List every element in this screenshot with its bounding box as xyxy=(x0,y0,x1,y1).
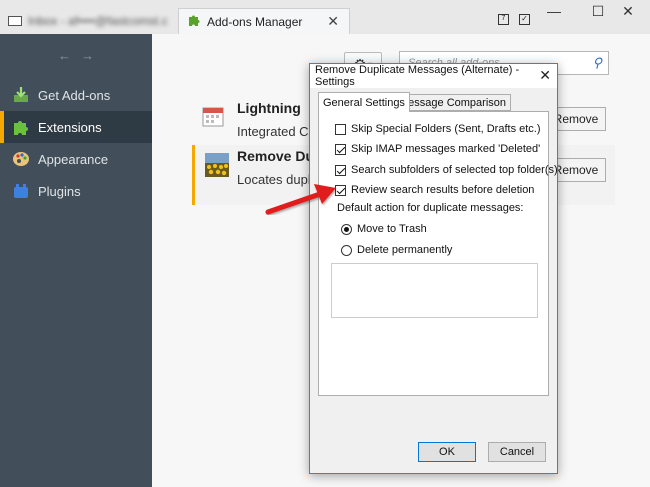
checkbox-box xyxy=(335,123,346,135)
puzzle-icon xyxy=(12,118,30,136)
addon-name: Lightning xyxy=(237,100,301,116)
annotation-arrow-icon xyxy=(265,184,336,215)
tab-message-comparison[interactable]: Message Comparison xyxy=(394,94,511,111)
search-icon[interactable]: ⚲ xyxy=(592,55,602,71)
ok-button[interactable]: OK xyxy=(418,442,476,462)
tasks-icon[interactable]: ✓ xyxy=(519,14,530,25)
dialog-titlebar[interactable]: Remove Duplicate Messages (Alternate) - … xyxy=(310,64,557,88)
skip-special-folders-checkbox[interactable]: Skip Special Folders (Sent, Drafts etc.) xyxy=(335,123,541,135)
sidebar: ←→ Get Add-ons Extensions Appearance Plu… xyxy=(0,34,152,487)
skip-imap-deleted-checkbox[interactable]: Skip IMAP messages marked 'Deleted' xyxy=(335,143,540,155)
sidebar-item-label: Extensions xyxy=(38,119,102,135)
radio-label: Move to Trash xyxy=(357,223,427,235)
addon-description: Integrated Cal xyxy=(237,124,319,139)
checkbox-box xyxy=(335,164,346,176)
default-action-group xyxy=(331,263,538,318)
radio-label: Delete permanently xyxy=(357,244,453,256)
tab-addons-manager[interactable]: Add-ons Manager ✕ xyxy=(178,8,350,34)
review-results-checkbox[interactable]: Review search results before deletion xyxy=(335,184,534,196)
back-arrow-icon[interactable]: ← xyxy=(58,48,81,63)
radio-dot xyxy=(341,223,352,235)
toolbar-icons: 7 ✓ xyxy=(498,14,530,25)
sidebar-item-extensions[interactable]: Extensions xyxy=(0,111,152,143)
puzzle-icon xyxy=(187,13,201,30)
window-close-button[interactable]: ✕ xyxy=(606,0,650,22)
radio-dot xyxy=(341,244,352,256)
dialog-close-icon[interactable]: ✕ xyxy=(539,67,551,84)
option-label: Skip Special Folders (Sent, Drafts etc.) xyxy=(351,123,541,135)
option-label: Review search results before deletion xyxy=(351,184,535,196)
tab-general-settings[interactable]: General Settings xyxy=(318,92,410,112)
nav-arrows: ←→ xyxy=(58,48,104,63)
tab-bar: Inbox - af••••@fastcomst.co••• Add-ons M… xyxy=(0,0,650,34)
checkbox-box xyxy=(335,143,346,155)
get-addons-icon xyxy=(12,86,30,104)
move-to-trash-radio[interactable]: Move to Trash xyxy=(341,223,427,235)
minimize-button[interactable]: — xyxy=(532,0,576,22)
tab-inbox[interactable]: Inbox - af••••@fastcomst.co••• xyxy=(0,8,176,34)
settings-dialog: Remove Duplicate Messages (Alternate) - … xyxy=(309,63,558,474)
sunflower-field-icon xyxy=(205,153,229,177)
calendar-icon[interactable]: 7 xyxy=(498,14,509,25)
dialog-title: Remove Duplicate Messages (Alternate) - … xyxy=(315,64,520,88)
general-settings-panel: Skip Special Folders (Sent, Drafts etc.)… xyxy=(318,111,558,396)
palette-icon xyxy=(12,150,30,168)
plugin-block-icon xyxy=(12,182,30,200)
option-label: Search subfolders of selected top folder… xyxy=(351,164,558,176)
mail-icon xyxy=(8,16,22,26)
cancel-button[interactable]: Cancel xyxy=(488,442,546,462)
sidebar-item-appearance[interactable]: Appearance xyxy=(0,143,152,175)
sidebar-item-get-addons[interactable]: Get Add-ons xyxy=(0,79,152,111)
tab-inbox-label: Inbox - af••••@fastcomst.co••• xyxy=(28,14,168,28)
default-action-label: Default action for duplicate messages: xyxy=(335,202,526,214)
option-label: Skip IMAP messages marked 'Deleted' xyxy=(351,143,541,155)
close-tab-icon[interactable]: ✕ xyxy=(327,13,339,30)
tab-addons-label: Add-ons Manager xyxy=(207,14,303,29)
sidebar-item-label: Plugins xyxy=(38,183,81,199)
delete-permanently-radio[interactable]: Delete permanently xyxy=(341,244,452,256)
sidebar-item-plugins[interactable]: Plugins xyxy=(0,175,152,207)
calendar-icon xyxy=(202,105,224,127)
sidebar-item-label: Appearance xyxy=(38,151,109,167)
sidebar-item-label: Get Add-ons xyxy=(38,87,111,103)
search-subfolders-checkbox[interactable]: Search subfolders of selected top folder… xyxy=(335,164,558,176)
forward-arrow-icon[interactable]: → xyxy=(81,48,104,63)
